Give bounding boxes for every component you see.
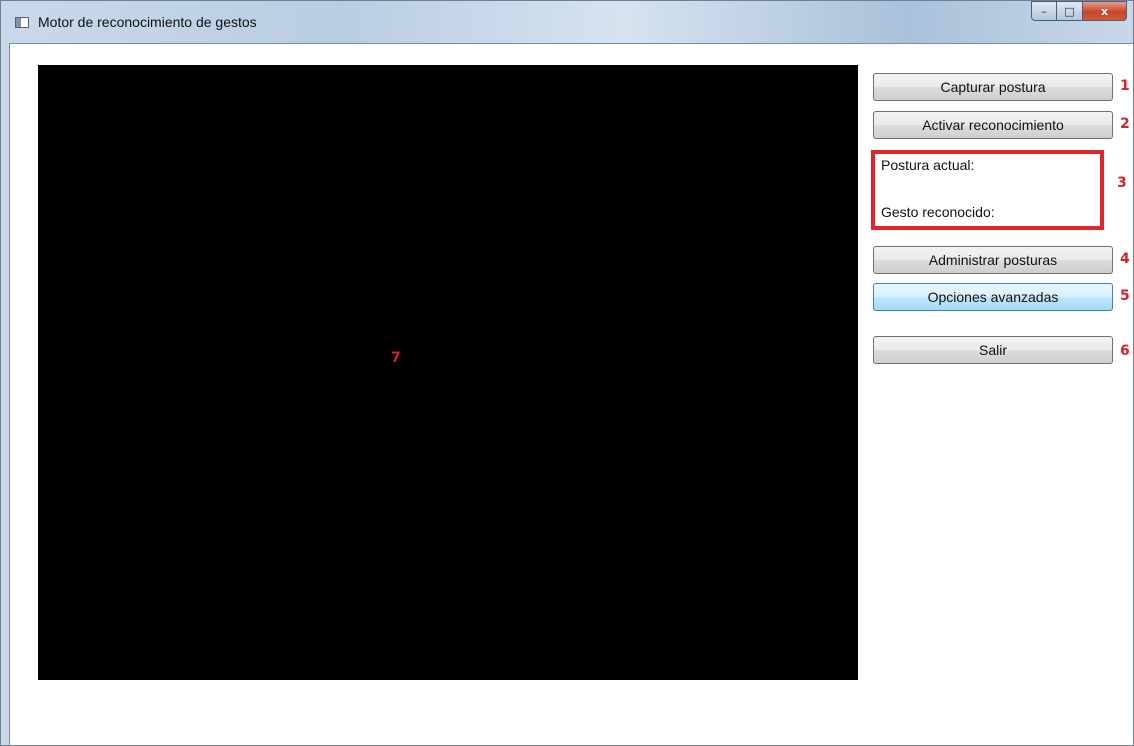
app-window-icon[interactable] (15, 17, 29, 28)
current-posture-label: Postura actual: (881, 157, 975, 173)
exit-button[interactable]: Salir (873, 336, 1113, 364)
minimize-icon: – (1041, 4, 1047, 18)
maximize-button[interactable]: □ (1057, 1, 1083, 21)
maximize-icon: □ (1064, 4, 1075, 18)
client-area: 7 Capturar postura 1 Activar reconocimie… (9, 43, 1133, 745)
annotation-marker-video: 7 (391, 350, 401, 366)
video-display: 7 (38, 65, 858, 680)
title-bar[interactable]: Motor de reconocimiento de gestos – □ x (1, 1, 1133, 43)
caption-buttons: – □ x (1031, 1, 1127, 21)
annotation-marker-4: 4 (1120, 251, 1130, 267)
annotation-marker-2: 2 (1120, 116, 1130, 132)
recognized-gesture-label: Gesto reconocido: (881, 204, 995, 220)
annotation-marker-3: 3 (1117, 175, 1127, 191)
close-icon: x (1100, 4, 1109, 18)
advanced-options-button[interactable]: Opciones avanzadas (873, 283, 1113, 311)
minimize-button[interactable]: – (1031, 1, 1057, 21)
close-button[interactable]: x (1083, 1, 1127, 21)
app-window: Motor de reconocimiento de gestos – □ x … (0, 0, 1134, 746)
annotation-marker-1: 1 (1120, 78, 1130, 94)
annotation-marker-6: 6 (1120, 343, 1130, 359)
activate-recognition-button[interactable]: Activar reconocimiento (873, 111, 1113, 139)
capture-posture-button[interactable]: Capturar postura (873, 73, 1113, 101)
window-title: Motor de reconocimiento de gestos (38, 14, 257, 30)
status-info-box: Postura actual: Gesto reconocido: (871, 150, 1104, 230)
annotation-marker-5: 5 (1120, 288, 1130, 304)
manage-postures-button[interactable]: Administrar posturas (873, 246, 1113, 274)
